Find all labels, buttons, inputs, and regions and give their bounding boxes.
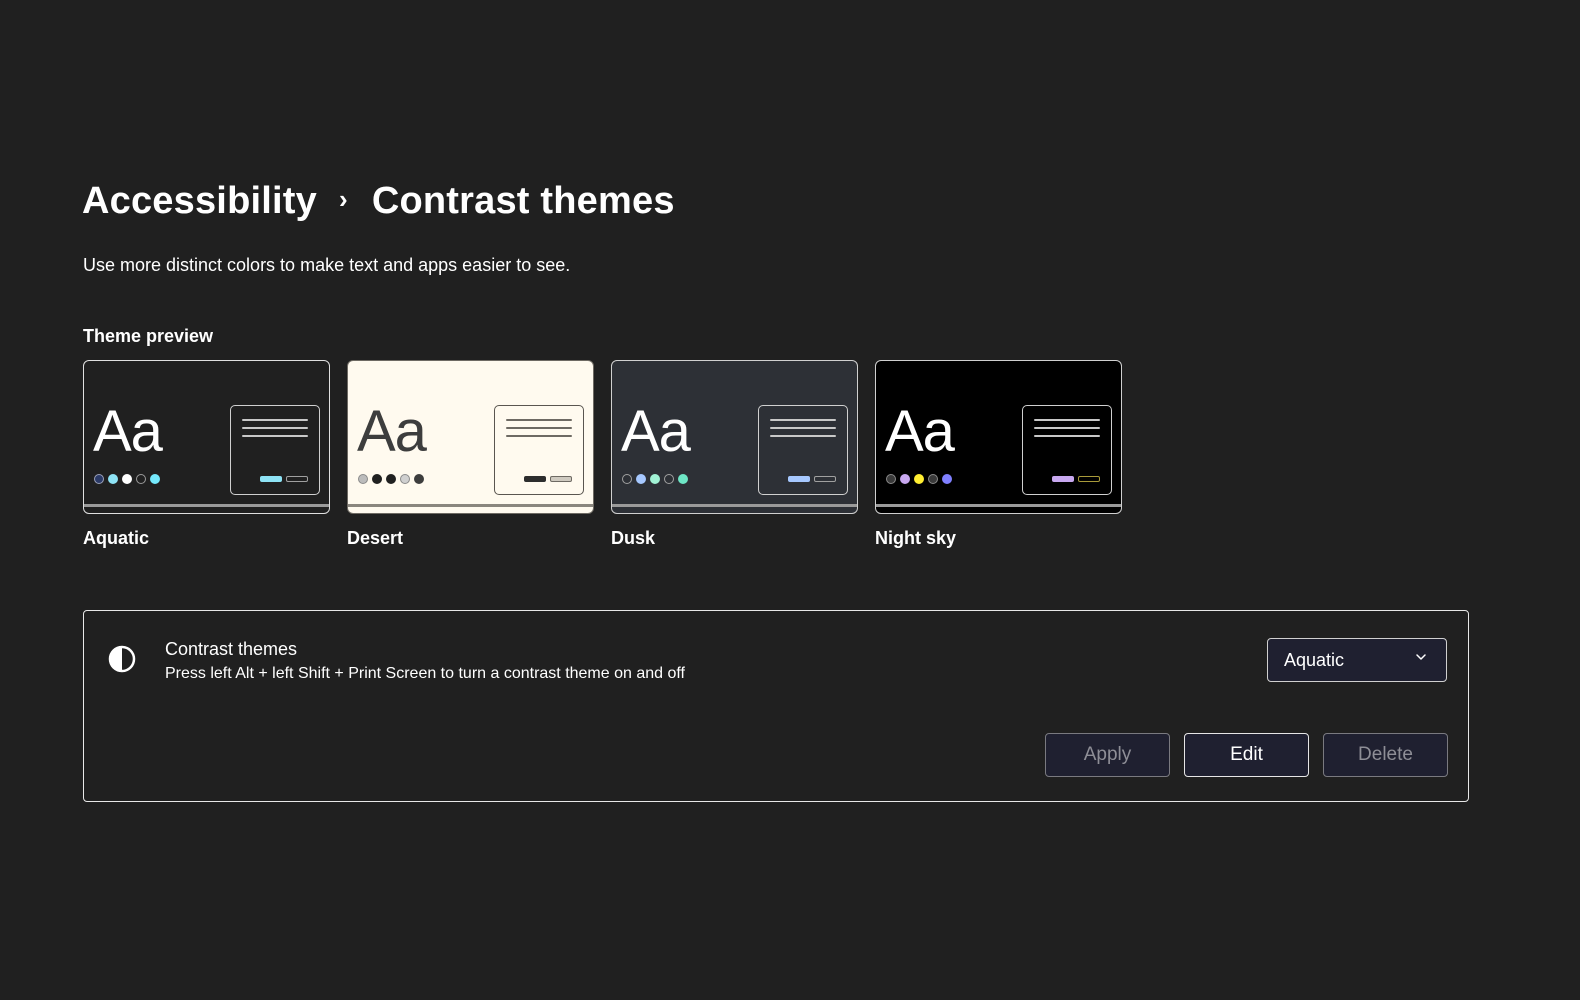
color-swatches (886, 474, 952, 484)
text-line (1034, 435, 1100, 437)
color-swatch-dot (886, 474, 896, 484)
color-swatch-dot (914, 474, 924, 484)
setting-title: Contrast themes (165, 639, 298, 659)
text-line (506, 427, 572, 429)
sample-text: Aa (885, 399, 955, 464)
preview-secondary-button (1078, 476, 1100, 482)
contrast-half-circle-icon (108, 645, 136, 673)
color-swatch-dot (900, 474, 910, 484)
preview-secondary-button (814, 476, 836, 482)
edit-button[interactable]: Edit (1184, 733, 1309, 777)
text-line (770, 435, 836, 437)
color-swatch-dot (386, 474, 396, 484)
breadcrumb-parent-accessibility[interactable]: Accessibility (82, 180, 317, 223)
dropdown-selected-value: Aquatic (1284, 649, 1345, 670)
theme-card-night-sky[interactable]: Aa Night sky (875, 360, 1122, 549)
color-swatch-dot (400, 474, 410, 484)
window-preview-icon (230, 405, 320, 495)
theme-card-desert[interactable]: Aa Desert (347, 360, 594, 549)
text-line (770, 427, 836, 429)
text-line (506, 419, 572, 421)
theme-name-label: Dusk (611, 528, 656, 548)
sample-text: Aa (93, 399, 163, 464)
sample-text: Aa (357, 399, 427, 464)
delete-button[interactable]: Delete (1323, 733, 1448, 777)
preview-taskbar-line (348, 504, 593, 507)
color-swatch-dot (136, 474, 146, 484)
color-swatches (622, 474, 688, 484)
theme-name-label: Night sky (875, 528, 957, 548)
theme-name-label: Aquatic (83, 528, 150, 548)
theme-card-aquatic[interactable]: Aa Aquatic (83, 360, 330, 549)
contrast-themes-setting-card: Contrast themes Press left Alt + left Sh… (83, 610, 1469, 802)
color-swatch-dot (636, 474, 646, 484)
text-line (1034, 419, 1100, 421)
color-swatch-dot (150, 474, 160, 484)
text-line (1034, 427, 1100, 429)
preview-secondary-button (550, 476, 572, 482)
window-preview-icon (494, 405, 584, 495)
text-line (242, 419, 308, 421)
color-swatch-dot (650, 474, 660, 484)
color-swatch-dot (122, 474, 132, 484)
color-swatch-dot (358, 474, 368, 484)
apply-button[interactable]: Apply (1045, 733, 1170, 777)
page-description: Use more distinct colors to make text an… (83, 255, 571, 275)
preview-taskbar-line (84, 504, 329, 507)
text-line (242, 435, 308, 437)
chevron-down-icon (1416, 654, 1426, 660)
color-swatch-dot (664, 474, 674, 484)
text-line (770, 419, 836, 421)
theme-card-dusk[interactable]: Aa Dusk (611, 360, 858, 549)
preview-secondary-button (286, 476, 308, 482)
page-title: Contrast themes (371, 180, 675, 222)
theme-preview-thumbnail: Aa (875, 360, 1122, 514)
theme-preview-heading: Theme preview (83, 326, 214, 346)
theme-preview-thumbnail: Aa (347, 360, 594, 514)
theme-name-label: Desert (347, 528, 404, 548)
color-swatch-dot (622, 474, 632, 484)
color-swatch-dot (372, 474, 382, 484)
breadcrumb-chevron-icon: › (338, 184, 348, 214)
text-line (242, 427, 308, 429)
contrast-theme-dropdown[interactable]: Aquatic (1267, 638, 1447, 682)
text-line (506, 435, 572, 437)
breadcrumb: Accessibility › Contrast themes (82, 180, 675, 223)
preview-taskbar-line (876, 504, 1121, 507)
color-swatch-dot (108, 474, 118, 484)
preview-primary-button (524, 476, 546, 482)
color-swatch-dot (414, 474, 424, 484)
color-swatches (94, 474, 160, 484)
window-preview-icon (758, 405, 848, 495)
preview-primary-button (788, 476, 810, 482)
sample-text: Aa (621, 399, 691, 464)
preview-primary-button (1052, 476, 1074, 482)
preview-taskbar-line (612, 504, 857, 507)
setting-shortcut-hint: Press left Alt + left Shift + Print Scre… (165, 665, 685, 682)
preview-primary-button (260, 476, 282, 482)
color-swatch-dot (94, 474, 104, 484)
color-swatch-dot (928, 474, 938, 484)
color-swatch-dot (942, 474, 952, 484)
theme-preview-thumbnail: Aa (83, 360, 330, 514)
color-swatch-dot (678, 474, 688, 484)
window-preview-icon (1022, 405, 1112, 495)
theme-preview-thumbnail: Aa (611, 360, 858, 514)
theme-preview-list: Aa Aquatic Aa Desert Aa Dusk Aa Night sk… (83, 360, 1122, 549)
color-swatches (358, 474, 424, 484)
